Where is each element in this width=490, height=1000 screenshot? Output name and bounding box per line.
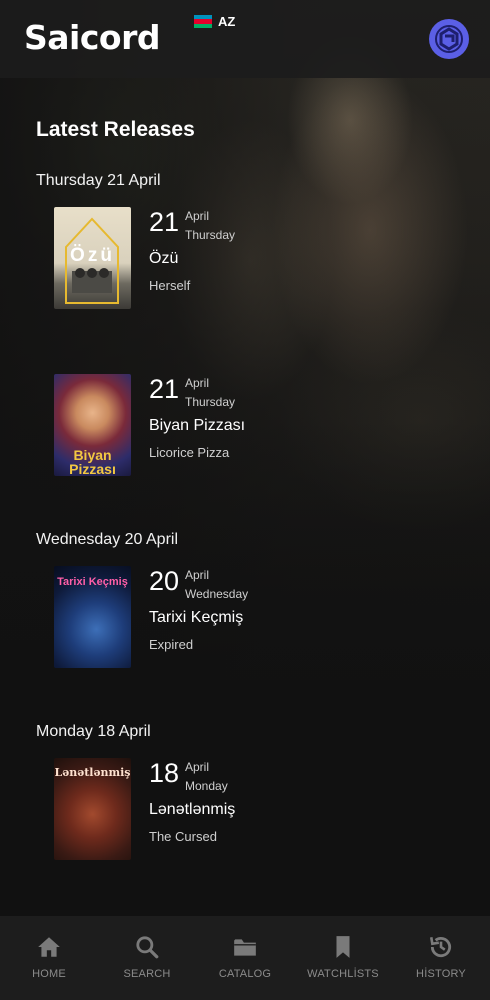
nav-history[interactable]: HİSTORY <box>392 916 490 1000</box>
home-icon <box>38 937 60 957</box>
release-day: 20 <box>149 566 180 596</box>
nav-label: HİSTORY <box>416 968 466 980</box>
nav-label: WATCHLİSTS <box>307 968 379 980</box>
nav-search[interactable]: SEARCH <box>98 916 196 1000</box>
release-weekday: Wednesday <box>185 587 249 601</box>
release-month: April <box>185 209 210 223</box>
section-title: Latest Releases <box>36 118 195 141</box>
date-heading: Wednesday 20 April <box>36 531 179 548</box>
release-month: April <box>185 568 210 582</box>
poster-image: Özü <box>54 207 131 309</box>
date-heading: Thursday 21 April <box>36 172 161 189</box>
release-month: April <box>185 760 210 774</box>
language-selector[interactable]: AZ <box>194 14 235 29</box>
release-month: April <box>185 376 210 390</box>
bookmark-icon <box>336 936 350 958</box>
poster-image: Lənətlənmiş <box>54 758 131 860</box>
film-title: Biyan Pizzası <box>149 417 246 434</box>
history-icon <box>429 937 452 958</box>
app-logo[interactable]: Saicord <box>24 18 160 57</box>
nav-watchlists[interactable]: WATCHLİSTS <box>294 916 392 1000</box>
search-icon <box>136 936 159 959</box>
poster-image: Biyan Pizzası <box>54 374 131 476</box>
nav-label: CATALOG <box>218 968 272 980</box>
film-original-title: The Cursed <box>149 829 217 844</box>
film-original-title: Herself <box>149 278 191 293</box>
poster-title-text: Biyan Pizzası <box>69 447 116 476</box>
date-heading: Monday 18 April <box>36 723 151 740</box>
release-item-tarixi-kecmis[interactable]: Tarixi Keçmiş 20 April Wednesday Tarixi … <box>54 566 454 670</box>
nav-label: HOME <box>32 968 66 980</box>
language-code: AZ <box>218 14 236 29</box>
poster-title-text: Özü <box>70 245 115 266</box>
release-item-lenetlenmis[interactable]: Lənətlənmiş 18 April Monday Lənətlənmiş … <box>54 758 454 862</box>
release-weekday: Thursday <box>185 228 236 242</box>
release-item-ozu[interactable]: Özü 21 April Thursday Özü Herself <box>54 207 454 311</box>
film-title: Lənətlənmiş <box>149 801 236 818</box>
poster-title-text: Tarixi Keçmiş <box>57 576 128 588</box>
folder-icon <box>234 939 256 956</box>
profile-button[interactable] <box>429 19 469 59</box>
poster-image: Tarixi Keçmiş <box>54 566 131 668</box>
nav-home[interactable]: HOME <box>0 916 98 1000</box>
release-item-biyan-pizzasi[interactable]: Biyan Pizzası 21 April Thursday Biyan Pi… <box>54 374 454 478</box>
app-header: Saicord AZ <box>0 0 490 78</box>
profile-logo-icon <box>435 25 463 53</box>
release-day: 18 <box>149 758 180 788</box>
film-title: Tarixi Keçmiş <box>149 609 244 626</box>
film-original-title: Licorice Pizza <box>149 445 230 460</box>
film-original-title: Expired <box>149 637 194 652</box>
poster-title-text: Lənətlənmiş <box>54 766 131 779</box>
nav-catalog[interactable]: CATALOG <box>196 916 294 1000</box>
azerbaijan-flag-icon <box>194 15 212 28</box>
release-weekday: Monday <box>185 779 228 793</box>
film-title: Özü <box>149 250 179 267</box>
release-day: 21 <box>149 207 180 237</box>
nav-label: SEARCH <box>123 968 171 980</box>
release-day: 21 <box>149 374 180 404</box>
bottom-navigation: HOME SEARCH CATALOG WATCHLİSTS HİSTORY <box>0 916 490 1000</box>
release-weekday: Thursday <box>185 395 236 409</box>
